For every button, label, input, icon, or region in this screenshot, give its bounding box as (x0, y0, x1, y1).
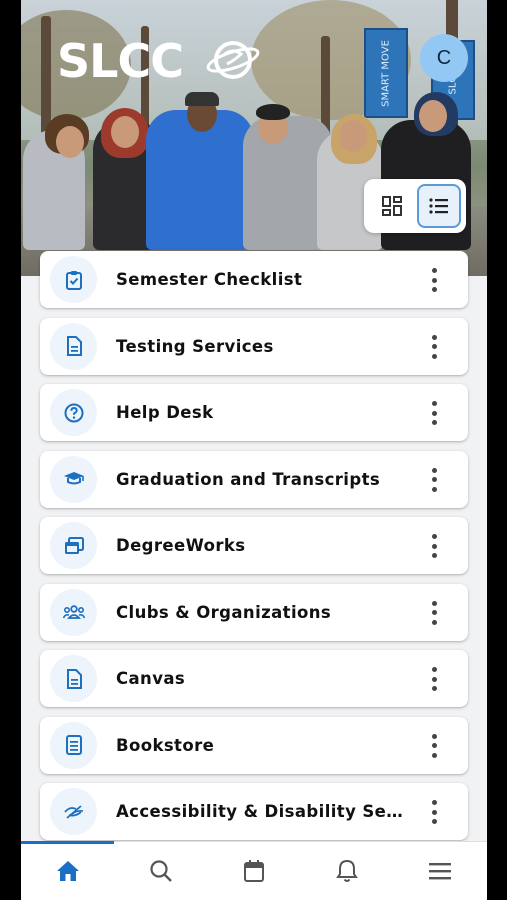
list-item-label: Semester Checklist (116, 270, 303, 289)
grid-view-icon (381, 196, 402, 216)
more-options-icon[interactable] (430, 534, 438, 558)
list-item-label: Testing Services (116, 336, 274, 356)
windows-icon (50, 522, 97, 569)
grid-view-button[interactable] (370, 184, 414, 228)
calendar-icon (244, 860, 264, 882)
search-icon (150, 860, 172, 882)
slcc-logo: SLCC (57, 34, 184, 88)
list-view-icon (428, 198, 448, 214)
bell-icon (336, 859, 359, 882)
more-options-icon[interactable] (430, 334, 438, 359)
bottom-nav (21, 841, 487, 900)
nav-search[interactable] (114, 842, 207, 900)
nav-menu[interactable] (394, 842, 487, 900)
group-icon (50, 588, 97, 636)
hero-person-head (339, 120, 367, 152)
hero-person-head (111, 116, 139, 148)
app-screen: SMART MOVE SLCC SLCC C Semester Checklis… (21, 0, 487, 900)
hero-image: SMART MOVE SLCC SLCC C (21, 0, 487, 276)
list-item-clubs-organizations[interactable]: Clubs & Organizations (40, 583, 468, 641)
list-view-button[interactable] (416, 184, 461, 228)
banner-text: SMART MOVE (380, 40, 392, 107)
accessibility-icon (50, 788, 97, 835)
more-options-icon[interactable] (430, 600, 438, 625)
user-avatar[interactable]: C (420, 34, 468, 82)
list-item-canvas[interactable]: Canvas (40, 650, 468, 707)
list-item-help-desk[interactable]: Help Desk (40, 384, 468, 441)
book-icon (50, 721, 97, 769)
list-item-testing-services[interactable]: Testing Services (40, 317, 468, 375)
list-item-degreeworks[interactable]: DegreeWorks (40, 517, 468, 574)
nav-home[interactable] (21, 841, 115, 900)
nav-notifications[interactable] (301, 842, 394, 900)
document-icon (50, 655, 97, 702)
more-options-icon[interactable] (430, 401, 438, 425)
list-item-label: DegreeWorks (116, 536, 246, 555)
list-item-graduation-transcripts[interactable]: Graduation and Transcripts (40, 450, 468, 508)
more-options-icon[interactable] (430, 733, 438, 758)
list-item-label: Help Desk (116, 403, 214, 422)
list-item-semester-checklist[interactable]: Semester Checklist (40, 251, 468, 308)
list-item-label: Graduation and Transcripts (116, 469, 381, 489)
list-item-label: Accessibility & Disability Servi... (116, 802, 406, 821)
slcc-globe-icon (206, 41, 260, 79)
hero-person-head (56, 126, 84, 158)
list-item-bookstore[interactable]: Bookstore (40, 716, 468, 774)
nav-calendar[interactable] (207, 842, 300, 900)
help-circle-icon (50, 389, 97, 436)
clipboard-check-icon (50, 256, 97, 303)
more-options-icon[interactable] (430, 667, 438, 691)
hero-person-hair (256, 104, 290, 120)
more-options-icon[interactable] (430, 467, 438, 492)
home-icon (56, 861, 79, 881)
list-item-label: Canvas (116, 669, 186, 688)
hamburger-menu-icon (429, 863, 452, 880)
hero-person-head (419, 100, 447, 132)
list-item-label: Clubs & Organizations (116, 602, 332, 622)
list-item-label: Bookstore (116, 735, 215, 755)
list-item-accessibility[interactable]: Accessibility & Disability Servi... (40, 783, 468, 840)
graduation-cap-icon (50, 455, 97, 503)
hero-person-cap (185, 92, 219, 106)
view-toggle (364, 179, 466, 233)
more-options-icon[interactable] (430, 800, 438, 824)
document-icon (50, 322, 97, 370)
hero-banner: SMART MOVE (364, 28, 408, 118)
more-options-icon[interactable] (430, 268, 438, 292)
